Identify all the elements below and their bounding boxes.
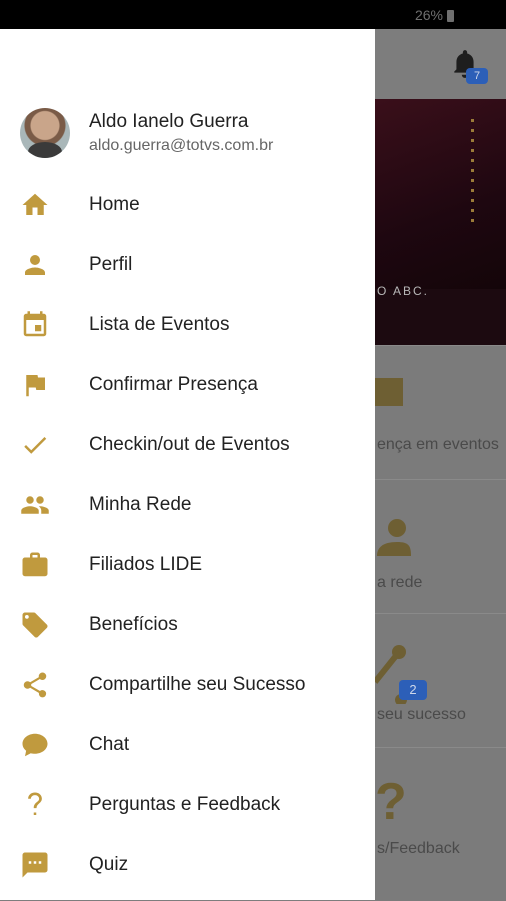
menu-item-label: Benefícios xyxy=(89,614,178,635)
menu-item-quiz[interactable]: Quiz xyxy=(0,835,375,895)
cell-share[interactable]: 2 seu sucesso xyxy=(375,613,506,748)
home-icon xyxy=(19,190,51,220)
share-count-badge: 2 xyxy=(399,680,427,700)
status-bar: 26% xyxy=(0,0,506,29)
menu-item-label: Perguntas e Feedback xyxy=(89,794,281,815)
person-icon xyxy=(19,250,51,280)
battery-icon xyxy=(447,10,454,22)
cell-feedback[interactable]: ? s/Feedback xyxy=(375,747,506,901)
menu-item-beneficios[interactable]: Benefícios xyxy=(0,595,375,655)
cell-network[interactable]: a rede xyxy=(375,479,506,614)
menu-item-chat[interactable]: Chat xyxy=(0,715,375,775)
people-icon xyxy=(19,490,51,520)
notification-count-badge: 7 xyxy=(466,68,488,84)
share-icon xyxy=(19,670,51,700)
chat-icon xyxy=(19,730,51,760)
profile-name: Aldo Ianelo Guerra xyxy=(89,111,249,132)
navigation-drawer: Aldo Ianelo Guerra aldo.guerra@totvs.com… xyxy=(0,29,375,900)
tags-icon xyxy=(19,610,51,640)
event-banner[interactable] xyxy=(375,99,506,345)
cell-presence[interactable]: ença em eventos xyxy=(375,345,506,480)
menu-item-label: Quiz xyxy=(89,854,129,875)
menu-item-confirmar-presenca[interactable]: Confirmar Presença xyxy=(0,355,375,415)
menu-item-filiados-lide[interactable]: Filiados LIDE xyxy=(0,535,375,595)
menu-item-perguntas-feedback[interactable]: Perguntas e Feedback xyxy=(0,775,375,835)
menu-item-label: Confirmar Presença xyxy=(89,374,258,395)
menu-item-compartilhe[interactable]: Compartilhe seu Sucesso xyxy=(0,655,375,715)
menu-item-label: Lista de Eventos xyxy=(89,314,230,335)
cell-label: a rede xyxy=(377,574,423,591)
banner-caption: O ABC. xyxy=(377,284,430,298)
menu-item-label: Home xyxy=(89,194,140,215)
cell-label: s/Feedback xyxy=(377,840,460,857)
menu-item-checkin[interactable]: Checkin/out de Eventos xyxy=(0,415,375,475)
profile-header[interactable]: Aldo Ianelo Guerra aldo.guerra@totvs.com… xyxy=(0,29,375,159)
flag-icon xyxy=(19,370,51,400)
question-icon: ? xyxy=(375,773,407,831)
profile-email: aldo.guerra@totvs.com.br xyxy=(89,137,274,154)
calendar-icon xyxy=(19,310,51,340)
menu-item-label: Filiados LIDE xyxy=(89,554,202,575)
menu-item-minha-rede[interactable]: Minha Rede xyxy=(0,475,375,535)
briefcase-icon xyxy=(19,550,51,580)
flag-icon xyxy=(375,376,405,410)
people-icon xyxy=(375,518,411,558)
menu-item-label: Compartilhe seu Sucesso xyxy=(89,674,306,695)
menu-item-label: Perfil xyxy=(89,254,133,275)
question-icon xyxy=(19,790,51,820)
cell-label: ença em eventos xyxy=(377,436,499,453)
check-icon xyxy=(19,430,51,460)
menu-item-home[interactable]: Home xyxy=(0,175,375,235)
menu-item-label: Checkin/out de Eventos xyxy=(89,434,290,455)
cell-label: seu sucesso xyxy=(377,706,466,723)
battery-level: 26% xyxy=(414,7,443,23)
avatar xyxy=(20,108,70,158)
message-dots-icon xyxy=(19,850,51,880)
menu-item-label: Minha Rede xyxy=(89,494,192,515)
menu-item-perfil[interactable]: Perfil xyxy=(0,235,375,295)
menu-item-label: Chat xyxy=(89,734,130,755)
menu-item-lista-eventos[interactable]: Lista de Eventos xyxy=(0,295,375,355)
